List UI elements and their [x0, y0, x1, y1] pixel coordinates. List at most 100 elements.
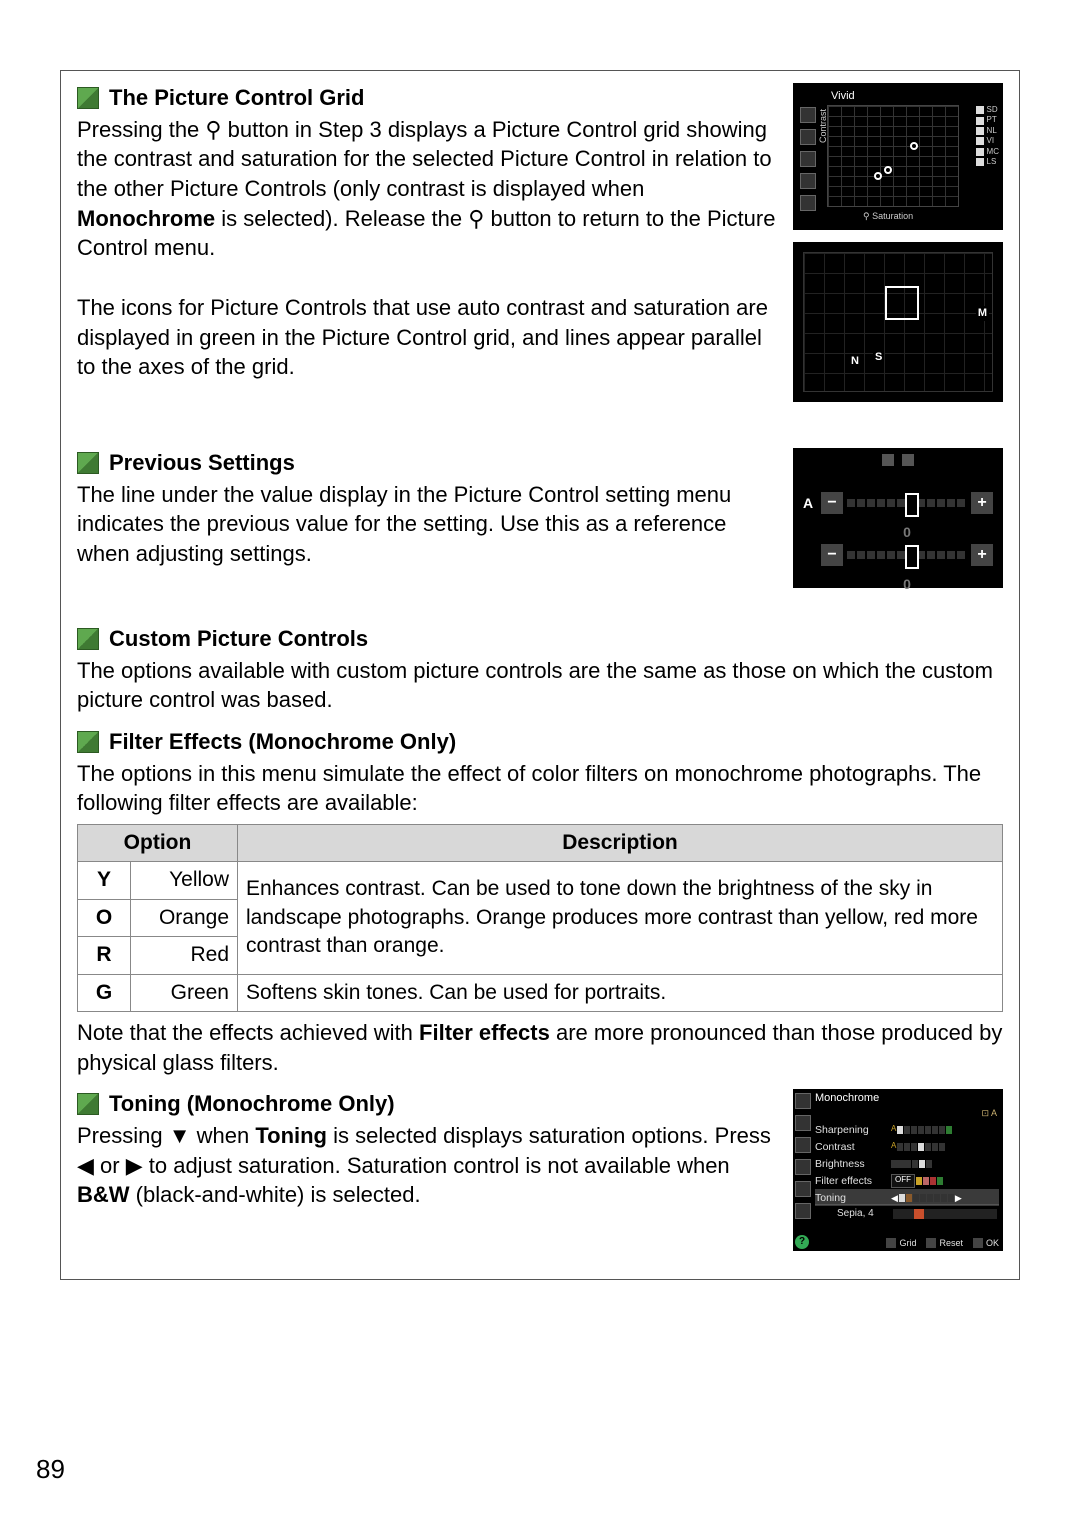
menu-row-brightness: Brightness [815, 1155, 999, 1172]
thumb2-selection [885, 286, 919, 320]
menu-row-sharpening: Sharpening A [815, 1121, 999, 1138]
thumb1-grid [827, 105, 959, 207]
sepia-bar [893, 1209, 997, 1219]
option-code: Y [78, 862, 131, 899]
note-icon [77, 731, 99, 753]
table-row: G Green Softens skin tones. Can be used … [78, 974, 1003, 1011]
option-code: G [78, 974, 131, 1011]
zoom-in-icon: ⚲ [205, 117, 221, 142]
sepia-label: Sepia, 4 [837, 1207, 874, 1221]
page-number: 89 [36, 1454, 65, 1485]
option-code: R [78, 937, 131, 974]
thumb1-sidebar [799, 107, 817, 217]
thumb1-xlabel: ⚲ Saturation [863, 210, 913, 222]
pencil-icon [800, 151, 816, 167]
ok-icon [973, 1238, 983, 1248]
play-icon [800, 107, 816, 123]
slider-a-label: A [803, 494, 817, 513]
pencil-icon [795, 1137, 811, 1153]
illustration-grid-full: Vivid Contrast ⚲ Saturation [793, 83, 1003, 230]
minus-button: − [821, 492, 843, 514]
section-title: Custom Picture Controls [109, 624, 368, 654]
menu-row-filter: Filter effects OFF [815, 1172, 999, 1189]
separator [815, 1204, 999, 1205]
plus-button: + [971, 544, 993, 566]
manual-page: Vivid Contrast ⚲ Saturation [0, 0, 1080, 1529]
down-arrow-icon: ▼ [169, 1123, 191, 1148]
option-name: Green [131, 974, 238, 1011]
off-badge: OFF [891, 1174, 915, 1188]
settings-icon [795, 1181, 811, 1197]
thumb1-title: Vivid [831, 89, 855, 104]
thumb1-ylabel: Contrast [817, 109, 829, 143]
thumb1-legend: SD PT NL VI MC LS [976, 105, 999, 167]
section-text: The options in this menu simulate the ef… [77, 759, 1003, 818]
word-bw: B&W [77, 1182, 130, 1207]
retouch-icon [795, 1159, 811, 1175]
zoom-icon: ⚲ [863, 211, 870, 221]
slider-track: 0 [847, 551, 967, 559]
section-title: The Picture Control Grid [109, 83, 364, 113]
illustration-toning-menu: Monochrome ⊡ A Sharpening A Contrast A B… [793, 1089, 1003, 1251]
plus-button: + [971, 492, 993, 514]
filter-effects-table: Option Description Y Yellow Enhances con… [77, 824, 1003, 1012]
thumb4-sidebar [795, 1093, 811, 1247]
option-description: Softens skin tones. Can be used for port… [238, 974, 1003, 1011]
thumb2-letter-m: M [976, 306, 989, 321]
word-toning: Toning [255, 1123, 327, 1148]
option-name: Orange [131, 899, 238, 936]
play-icon [795, 1093, 811, 1109]
section-previous-settings: A − 0 + − 0 + [77, 438, 1003, 600]
zoom-in-icon: ⚲ [468, 206, 484, 231]
slider-zero: 0 [903, 575, 911, 594]
slider-a: A − 0 + [803, 488, 993, 518]
section-picture-control-grid: Vivid Contrast ⚲ Saturation [77, 83, 1003, 414]
section-title: Toning (Monochrome Only) [109, 1089, 395, 1119]
section-text: The options available with custom pictur… [77, 656, 1003, 715]
right-arrow-icon: ▶ [126, 1153, 143, 1178]
th-option: Option [78, 825, 238, 862]
illustration-grid-zoom: N S M [793, 242, 1003, 402]
minus-button: − [821, 544, 843, 566]
option-description: Enhances contrast. Can be used to tone d… [238, 862, 1003, 974]
section-custom-picture-controls: Custom Picture Controls The options avai… [77, 624, 1003, 715]
section-filter-effects: Filter Effects (Monochrome Only) The opt… [77, 727, 1003, 1077]
camera-icon [800, 129, 816, 145]
note-icon [77, 452, 99, 474]
table-row: Y Yellow Enhances contrast. Can be used … [78, 862, 1003, 899]
option-name: Yellow [131, 862, 238, 899]
option-code: O [78, 899, 131, 936]
menu-row-contrast: Contrast A [815, 1138, 999, 1155]
illustration-sliders: A − 0 + − 0 + [793, 448, 1003, 588]
camera-icon [795, 1115, 811, 1131]
slider-b: − 0 + [803, 540, 993, 570]
thumb2-letter-n: N [849, 354, 861, 369]
settings-icon [800, 195, 816, 211]
slider-cursor [905, 545, 919, 569]
note-icon [77, 87, 99, 109]
option-name: Red [131, 937, 238, 974]
thumb4-mode: ⊡ A [981, 1107, 997, 1119]
slider-track: 0 [847, 499, 967, 507]
grid-point-s [884, 166, 892, 174]
slider-top-marks [803, 454, 993, 472]
th-description: Description [238, 825, 1003, 862]
content-frame: Vivid Contrast ⚲ Saturation [60, 70, 1020, 1280]
thumb4-footer: Grid Reset OK [815, 1237, 999, 1249]
thumb2-letter-s: S [873, 350, 884, 365]
section-toning: Monochrome ⊡ A Sharpening A Contrast A B… [77, 1089, 1003, 1263]
note-icon [77, 628, 99, 650]
recent-icon [795, 1203, 811, 1219]
thumb4-title: Monochrome [815, 1091, 879, 1106]
word-monochrome: Monochrome [77, 206, 215, 231]
retouch-icon [800, 173, 816, 189]
section-title: Previous Settings [109, 448, 295, 478]
section-title: Filter Effects (Monochrome Only) [109, 727, 456, 757]
thumb2-grid [803, 252, 993, 392]
slider-cursor [905, 493, 919, 517]
left-arrow-icon: ◀ [77, 1153, 94, 1178]
grid-point-v [910, 142, 918, 150]
filter-note: Note that the effects achieved with Filt… [77, 1018, 1003, 1077]
trash-icon [926, 1238, 936, 1248]
word-filter-effects: Filter effects [419, 1020, 550, 1045]
